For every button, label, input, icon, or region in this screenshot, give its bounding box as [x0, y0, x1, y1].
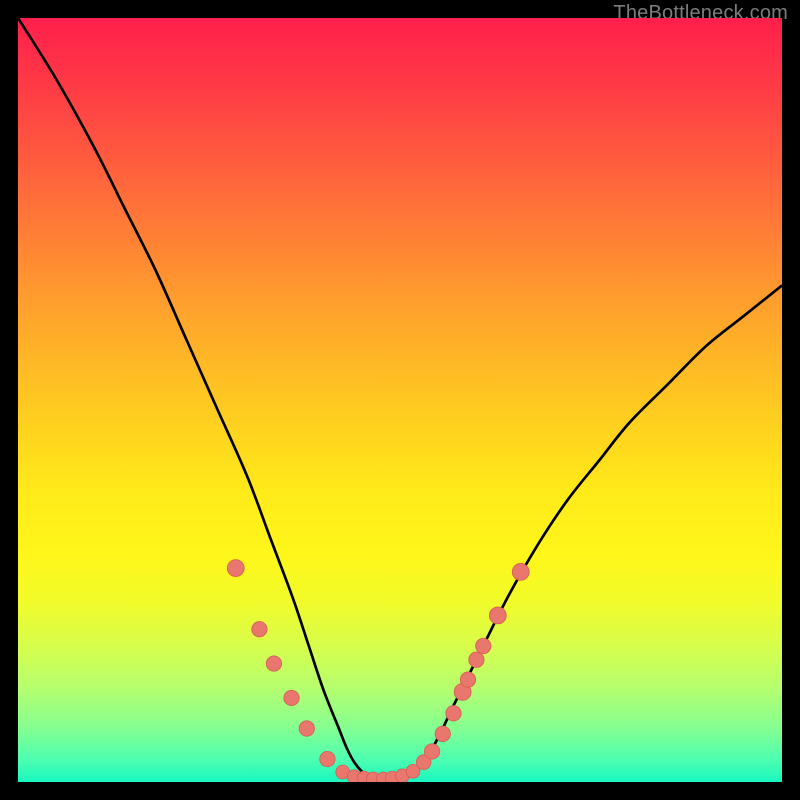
- data-marker: [460, 672, 475, 687]
- chart-svg: [18, 18, 782, 782]
- data-marker: [469, 652, 484, 667]
- data-marker: [320, 751, 335, 766]
- data-marker: [512, 563, 529, 580]
- data-marker: [299, 721, 314, 736]
- chart-plot-area: [18, 18, 782, 782]
- data-marker: [489, 607, 506, 624]
- data-marker: [266, 656, 281, 671]
- chart-stage: TheBottleneck.com: [0, 0, 800, 800]
- data-marker: [476, 638, 491, 653]
- marker-group: [227, 560, 529, 782]
- data-marker: [435, 726, 450, 741]
- data-marker: [446, 706, 461, 721]
- data-marker: [252, 622, 267, 637]
- bottleneck-curve: [18, 18, 782, 781]
- data-marker: [284, 690, 299, 705]
- data-marker: [227, 560, 244, 577]
- data-marker: [424, 744, 439, 759]
